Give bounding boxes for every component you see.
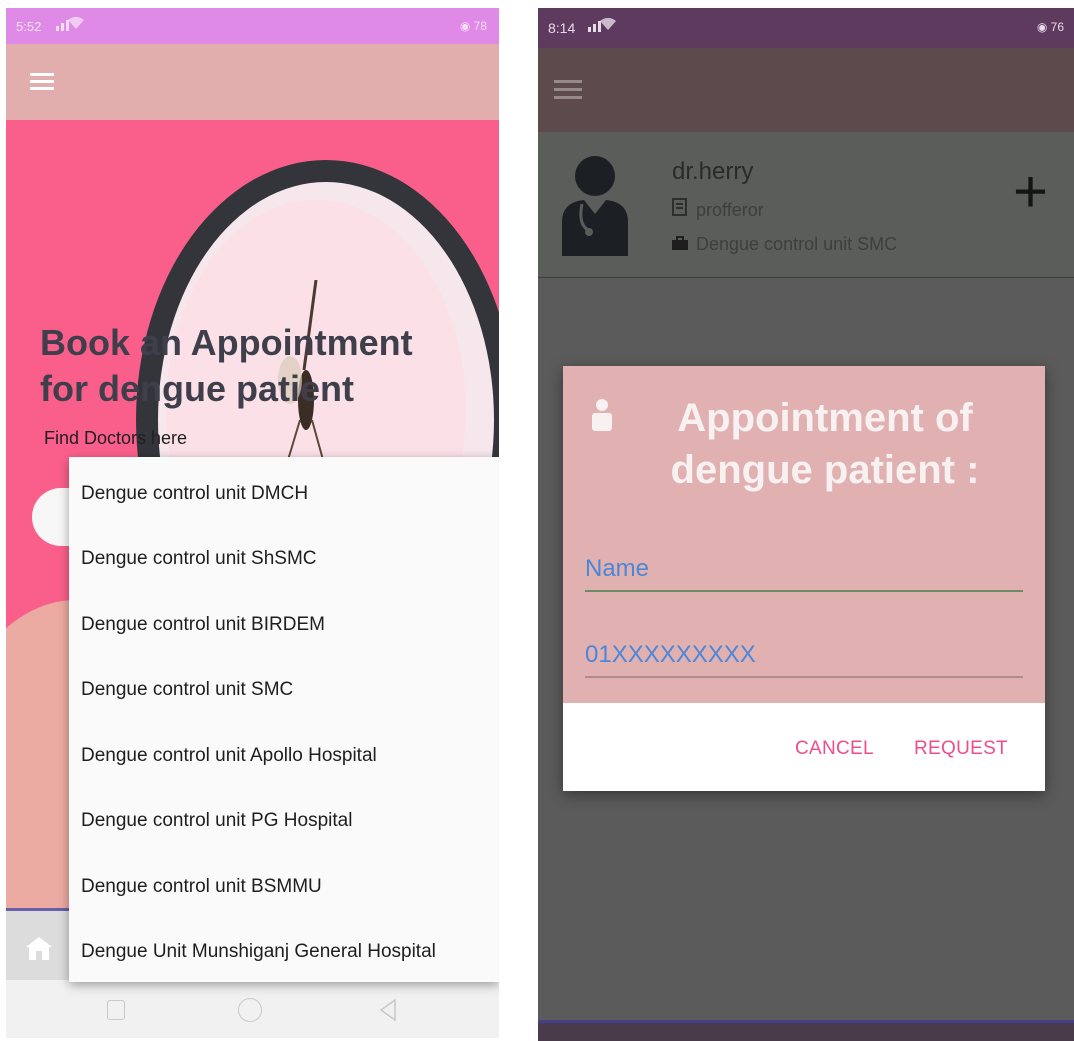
right-phone-screen: 8:14 ◉ 76 dr.herry profferor Dengue cont… (538, 8, 1074, 1041)
home-icon[interactable] (24, 935, 54, 961)
hero-subtitle: Find Doctors here (44, 428, 188, 448)
dropdown-item[interactable]: Dengue control unit BIRDEM (81, 614, 325, 636)
battery-icon: ◉ 78 (459, 19, 487, 33)
phone-field (585, 634, 1023, 678)
phone-input[interactable] (585, 634, 1023, 676)
status-time: 5:52 (16, 19, 42, 34)
battery-icon: ◉ 76 (1036, 20, 1064, 34)
back-icon[interactable] (378, 998, 398, 1022)
doctor-role: profferor (672, 198, 764, 221)
dropdown-item[interactable]: Dengue control unit SMC (81, 679, 293, 701)
dropdown-item[interactable]: Dengue control unit Apollo Hospital (81, 745, 377, 767)
system-navigation-bar (6, 980, 499, 1038)
hero-title-line1: Book an Appointment (40, 322, 413, 363)
status-bar: 5:52 ◉ 78 (6, 8, 499, 44)
signal-icon (56, 16, 96, 34)
dropdown-item[interactable]: Dengue control unit ShSMC (81, 548, 317, 570)
doctor-avatar-icon (562, 156, 628, 256)
bottom-navigation (538, 1020, 1074, 1041)
doctor-unit: Dengue control unit SMC (672, 234, 897, 255)
name-field (585, 548, 1023, 592)
doctor-card[interactable]: dr.herry profferor Dengue control unit S… (538, 132, 1074, 278)
hero-title: Book an Appointment for dengue patient (40, 320, 480, 412)
dropdown-item[interactable]: Dengue control unit DMCH (81, 483, 308, 505)
request-button[interactable]: REQUEST (914, 738, 1008, 760)
briefcase-icon (672, 234, 690, 255)
person-icon (592, 399, 612, 431)
doctor-role-text: profferor (696, 200, 764, 220)
cancel-button[interactable]: CANCEL (795, 738, 874, 760)
hospital-dropdown-menu: Dengue control unit DMCH Dengue control … (69, 457, 499, 982)
signal-icon (588, 17, 628, 35)
document-icon (672, 198, 690, 221)
toolbar (6, 44, 499, 120)
dropdown-item[interactable]: Dengue Unit Munshiganj General Hospital (81, 941, 436, 963)
status-time: 8:14 (548, 20, 576, 36)
status-bar: 8:14 ◉ 76 (538, 8, 1074, 48)
home-circle-icon[interactable] (238, 998, 262, 1022)
name-input[interactable] (585, 548, 1023, 590)
dialog-header: Appointment of dengue patient : (563, 366, 1045, 703)
dropdown-item[interactable]: Dengue control unit PG Hospital (81, 810, 352, 832)
doctor-name: dr.herry (672, 158, 754, 185)
battery-level: 78 (473, 19, 487, 33)
toolbar (538, 48, 1074, 132)
hamburger-icon[interactable] (554, 80, 582, 100)
recent-apps-icon[interactable] (107, 1000, 125, 1020)
hamburger-icon[interactable] (30, 73, 54, 91)
doctor-unit-text: Dengue control unit SMC (696, 234, 898, 254)
appointment-dialog: Appointment of dengue patient : CANCEL R… (563, 366, 1045, 791)
left-phone-screen: 5:52 ◉ 78 Book an Appointment for dengue… (6, 8, 499, 1038)
hero-title-line2: for dengue patient (40, 368, 354, 409)
battery-level: 76 (1050, 20, 1064, 34)
dialog-title: Appointment of dengue patient : (670, 396, 980, 492)
add-icon[interactable]: + (1013, 162, 1048, 222)
dropdown-item[interactable]: Dengue control unit BSMMU (81, 876, 322, 898)
